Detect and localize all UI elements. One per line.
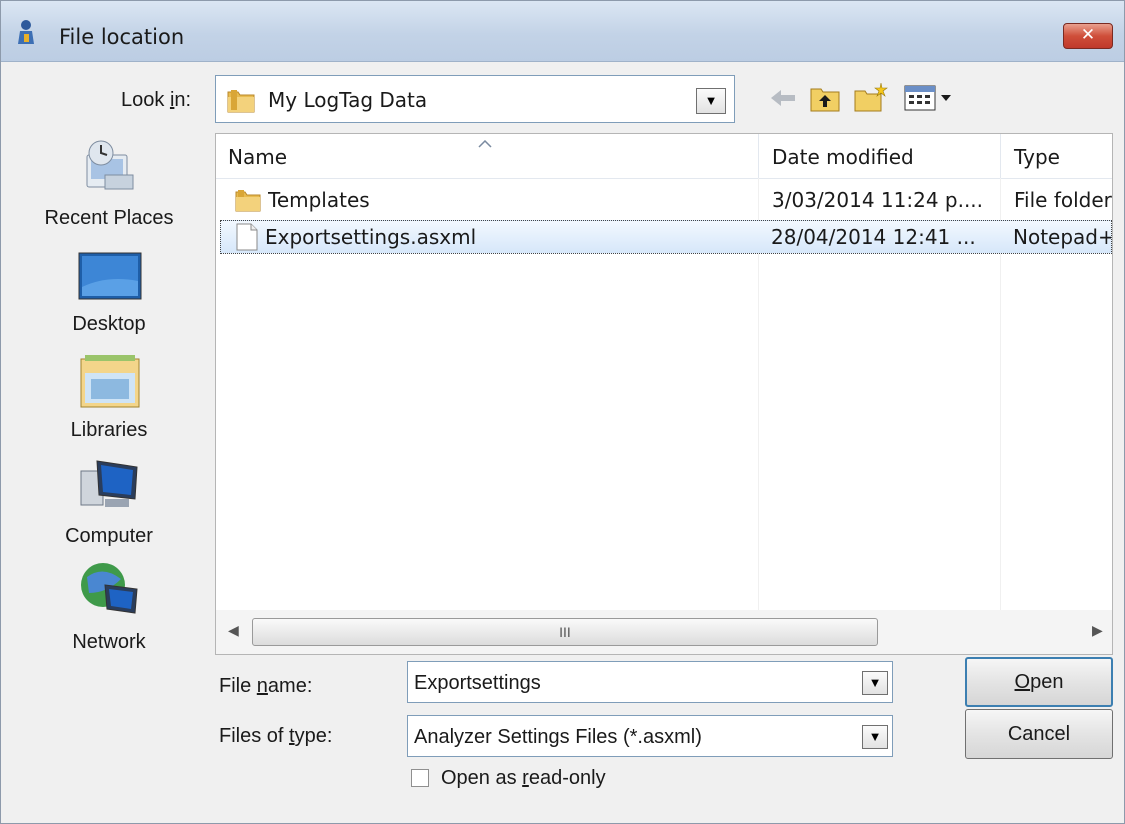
column-header-date[interactable]: Date modified bbox=[772, 134, 1002, 178]
sort-up-icon bbox=[478, 140, 492, 148]
lookin-combo[interactable]: My LogTag Data ▼ bbox=[215, 75, 735, 123]
open-button[interactable]: Open bbox=[965, 657, 1113, 707]
place-recent-places[interactable]: Recent Places bbox=[13, 133, 205, 233]
place-libraries[interactable]: Libraries bbox=[13, 345, 205, 445]
recent-places-icon bbox=[86, 140, 134, 190]
filename-dropdown-button[interactable]: ▼ bbox=[862, 671, 888, 695]
app-icon bbox=[18, 20, 34, 44]
place-label: Network bbox=[72, 631, 146, 653]
cancel-button[interactable]: Cancel bbox=[965, 709, 1113, 759]
place-network[interactable]: Network bbox=[13, 557, 205, 657]
file-location-dialog: File location ✕ Look in: My LogTag Data … bbox=[0, 0, 1125, 824]
list-item[interactable]: Exportsettings.asxml 28/04/2014 12:41 ..… bbox=[220, 220, 1112, 254]
scroll-grip: III bbox=[559, 624, 571, 640]
filename-label: File name: bbox=[219, 675, 313, 697]
place-label: Recent Places bbox=[44, 207, 174, 229]
chevron-down-icon: ▼ bbox=[704, 93, 718, 108]
list-header: Name Date modified Type bbox=[216, 134, 1112, 179]
readonly-label[interactable]: Open as read-only bbox=[441, 767, 606, 790]
chevron-down-icon: ▼ bbox=[868, 675, 882, 690]
places-bar: Recent Places Desktop Libraries Computer… bbox=[13, 133, 205, 653]
lookin-dropdown-button[interactable]: ▼ bbox=[696, 88, 726, 114]
scroll-right-icon[interactable]: ▶ bbox=[1092, 622, 1103, 639]
file-date: 28/04/2014 12:41 ... bbox=[771, 225, 976, 249]
file-type: Notepad+ bbox=[1013, 225, 1111, 249]
filename-input[interactable]: Exportsettings ▼ bbox=[407, 661, 893, 703]
scroll-thumb[interactable]: III bbox=[252, 618, 878, 646]
file-type: File folder bbox=[1014, 188, 1112, 212]
network-icon bbox=[81, 563, 138, 614]
lookin-label: Look in: bbox=[121, 89, 192, 111]
column-separator[interactable] bbox=[1000, 134, 1001, 178]
readonly-checkbox[interactable] bbox=[411, 769, 429, 787]
place-label: Computer bbox=[65, 525, 153, 547]
filetype-value: Analyzer Settings Files (*.asxml) bbox=[414, 726, 702, 748]
file-list: Name Date modified Type Templates 3/03/2… bbox=[215, 133, 1113, 655]
desktop-icon bbox=[78, 252, 142, 300]
filename-value: Exportsettings bbox=[414, 672, 541, 694]
place-label: Libraries bbox=[70, 419, 148, 441]
column-header-type[interactable]: Type bbox=[1014, 134, 1112, 178]
place-desktop[interactable]: Desktop bbox=[13, 239, 205, 339]
back-arrow-icon[interactable] bbox=[769, 87, 797, 109]
up-folder-icon[interactable] bbox=[809, 83, 841, 113]
list-item[interactable]: Templates 3/03/2014 11:24 p.... File fol… bbox=[220, 184, 1112, 218]
close-button[interactable]: ✕ bbox=[1063, 23, 1113, 49]
title-bar: File location ✕ bbox=[1, 1, 1124, 62]
scroll-left-icon[interactable]: ◀ bbox=[228, 622, 239, 639]
computer-icon bbox=[80, 460, 138, 507]
chevron-down-icon: ▼ bbox=[868, 729, 882, 744]
file-name: Templates bbox=[268, 188, 370, 212]
file-date: 3/03/2014 11:24 p.... bbox=[772, 188, 984, 212]
lookin-value: My LogTag Data bbox=[268, 88, 428, 112]
view-menu-icon[interactable] bbox=[903, 83, 959, 113]
new-folder-icon[interactable] bbox=[853, 81, 889, 113]
filetype-dropdown-button[interactable]: ▼ bbox=[862, 725, 888, 749]
place-label: Desktop bbox=[72, 313, 146, 335]
file-name: Exportsettings.asxml bbox=[265, 225, 477, 249]
filetype-label: Files of type: bbox=[219, 725, 333, 747]
column-separator[interactable] bbox=[758, 134, 759, 178]
libraries-icon bbox=[80, 355, 140, 408]
close-icon: ✕ bbox=[1080, 25, 1096, 45]
horizontal-scrollbar[interactable]: ◀ III ▶ bbox=[216, 610, 1112, 654]
window-title: File location bbox=[59, 25, 185, 49]
folder-icon bbox=[235, 190, 261, 212]
filetype-select[interactable]: Analyzer Settings Files (*.asxml) ▼ bbox=[407, 715, 893, 757]
folder-icon bbox=[227, 90, 255, 113]
place-computer[interactable]: Computer bbox=[13, 451, 205, 551]
column-header-name[interactable]: Name bbox=[228, 134, 758, 178]
file-icon bbox=[236, 223, 258, 251]
